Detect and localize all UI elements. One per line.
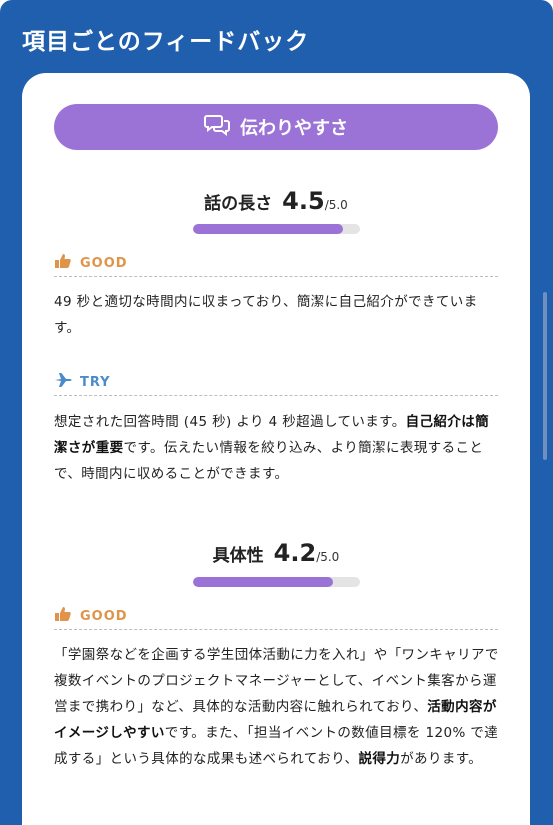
- airplane-icon: [54, 372, 72, 392]
- page-title: 項目ごとのフィードバック: [22, 29, 310, 55]
- try-tag: TRY: [54, 372, 111, 392]
- divider: [54, 395, 498, 396]
- good-label: GOOD: [80, 255, 128, 271]
- score-row-length: 話の長さ 4.5/5.0: [22, 187, 530, 215]
- divider: [54, 276, 498, 277]
- thumbs-up-icon: [54, 253, 72, 273]
- category-pill[interactable]: 伝わりやすさ: [54, 104, 498, 150]
- chat-bubbles-icon: [204, 113, 232, 142]
- score-bar-fill: [193, 224, 344, 234]
- good-text: 49 秒と適切な時間内に収まっており、簡潔に自己紹介ができています。: [54, 294, 478, 336]
- thumbs-up-icon: [54, 606, 72, 626]
- score-max: /5.0: [324, 198, 348, 212]
- text-run: があります。: [400, 751, 483, 767]
- score-bar-fill: [193, 577, 334, 587]
- good-text: 「学園祭などを企画する学生団体活動に力を入れ」や「ワンキャリアで複数イベントのプ…: [54, 642, 500, 772]
- text-run: 想定された回答時間 (45 秒) より 4 秒超過しています。: [54, 414, 406, 430]
- score-bar: [193, 224, 360, 234]
- good-tag: GOOD: [54, 253, 128, 273]
- divider: [54, 629, 498, 630]
- section-name: 話の長さ: [204, 194, 273, 214]
- scrollbar[interactable]: [543, 292, 547, 460]
- emphasis-text: 説得力: [358, 751, 401, 767]
- score-value: 4.5: [282, 187, 325, 215]
- score-row-specificity: 具体性 4.2/5.0: [22, 539, 530, 567]
- good-tag: GOOD: [54, 606, 128, 626]
- good-label: GOOD: [80, 608, 128, 624]
- score-bar: [193, 577, 360, 587]
- score-max: /5.0: [316, 550, 340, 564]
- try-label: TRY: [80, 374, 111, 390]
- try-text: 想定された回答時間 (45 秒) より 4 秒超過しています。自己紹介は簡潔さが…: [54, 409, 500, 487]
- app-frame: 項目ごとのフィードバック 伝わりやすさ 話の長さ 4.5/5.0 GOOD 49…: [0, 0, 553, 825]
- feedback-card[interactable]: 伝わりやすさ 話の長さ 4.5/5.0 GOOD 49 秒と適切な時間内に収まって…: [22, 73, 530, 825]
- category-label: 伝わりやすさ: [240, 118, 348, 139]
- score-value: 4.2: [273, 539, 317, 567]
- section-name: 具体性: [212, 546, 264, 566]
